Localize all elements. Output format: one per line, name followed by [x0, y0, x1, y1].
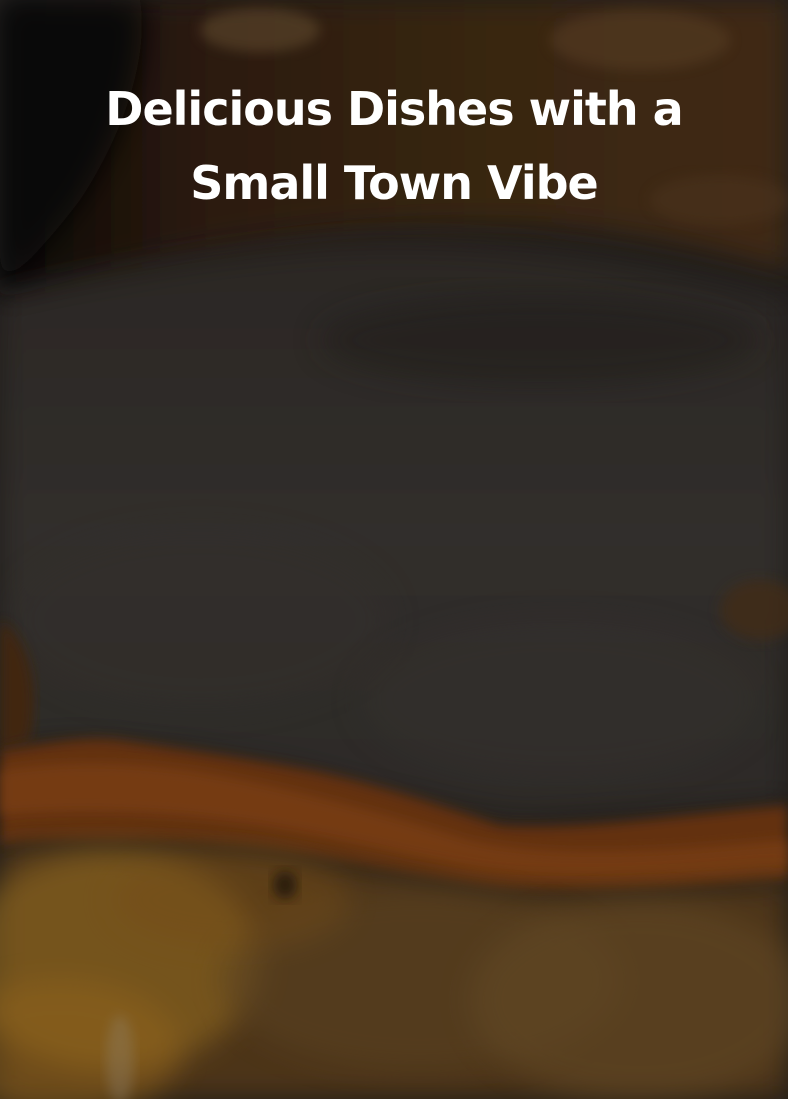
hero-banner: Delicious Dishes with a Small Town Vibe	[0, 0, 788, 1099]
hero-title: Delicious Dishes with a Small Town Vibe	[105, 82, 683, 210]
